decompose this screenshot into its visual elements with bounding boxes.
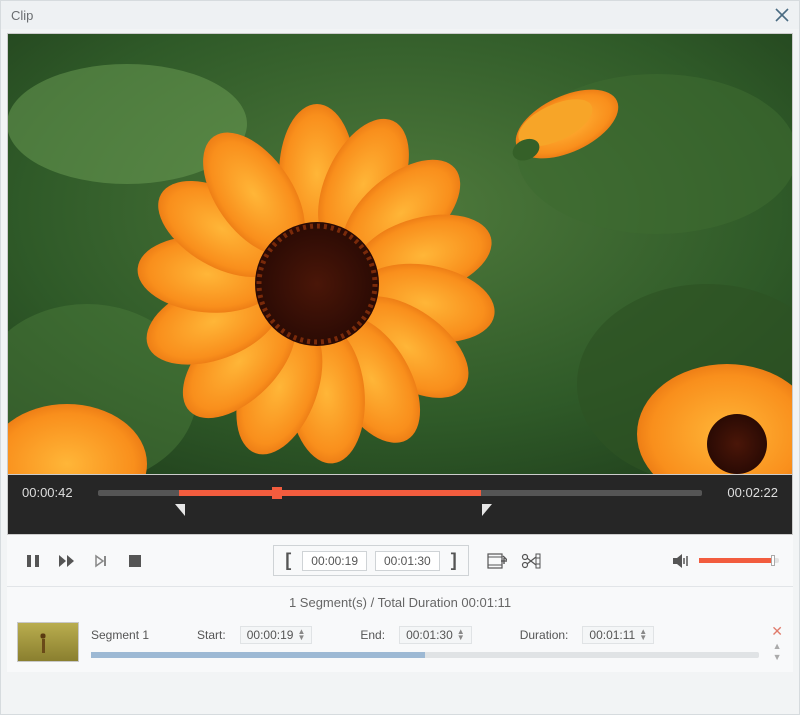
segment-end-value: 00:01:30 [406,628,453,642]
segment-duration-field[interactable]: 00:01:11 ▲▼ [582,626,654,644]
segment-end-field[interactable]: 00:01:30 ▲▼ [399,626,472,644]
pause-icon [26,554,40,568]
segment-delete-button[interactable]: ✕ [771,623,783,640]
cut-button[interactable] [519,549,543,573]
marker-in-icon[interactable] [175,504,185,516]
fast-forward-icon [59,554,75,568]
segment-move-down-button[interactable]: ▼ [773,653,782,662]
video-preview[interactable] [8,34,792,474]
stepper-icon[interactable]: ▲▼ [457,629,465,641]
segment-actions: ✕ ▲ ▼ [771,623,783,662]
stop-button[interactable] [123,549,147,573]
segment-start-label: Start: [197,628,226,642]
marker-out-icon[interactable] [482,504,492,516]
stepper-icon[interactable]: ▲▼ [639,629,647,641]
pause-button[interactable] [21,549,45,573]
segment-start-value: 00:00:19 [247,628,294,642]
stop-icon [129,555,141,567]
next-frame-icon [94,554,108,568]
segments-summary: 1 Segment(s) / Total Duration 00:01:11 [7,587,793,616]
volume-icon [673,554,689,568]
segment-main: Segment 1 Start: 00:00:19 ▲▼ End: 00:01:… [91,626,759,658]
mark-in-button[interactable]: [ [282,550,294,571]
cut-icon [521,553,541,569]
volume-control [669,549,779,573]
video-preview-container [7,33,793,475]
timeline-current-time: 00:00:42 [22,485,88,500]
segment-progress-track[interactable] [91,652,759,658]
timeline-track[interactable] [98,490,702,496]
clip-in-time[interactable]: 00:00:19 [302,551,367,571]
segment-duration-value: 00:01:11 [589,628,635,642]
timeline-playhead[interactable] [272,487,282,499]
volume-slider[interactable] [699,558,779,563]
timeline: 00:00:42 00:02:22 [7,475,793,535]
add-segment-button[interactable] [485,549,509,573]
mark-out-button[interactable]: ] [448,550,460,571]
clip-range-group: [ 00:00:19 00:01:30 ] [273,545,468,576]
segment-move-up-button[interactable]: ▲ [773,642,782,651]
volume-fill [699,558,771,563]
segments-list: Segment 1 Start: 00:00:19 ▲▼ End: 00:01:… [7,616,793,672]
window-title: Clip [11,8,775,23]
segment-thumbnail[interactable] [17,622,79,662]
next-frame-button[interactable] [89,549,113,573]
close-button[interactable] [775,8,789,22]
clip-out-time[interactable]: 00:01:30 [375,551,440,571]
segment-end-label: End: [360,628,385,642]
segment-row[interactable]: Segment 1 Start: 00:00:19 ▲▼ End: 00:01:… [17,622,783,662]
fast-forward-button[interactable] [55,549,79,573]
timeline-total-time: 00:02:22 [712,485,778,500]
volume-thumb[interactable] [771,555,775,566]
stepper-icon[interactable]: ▲▼ [297,629,305,641]
titlebar: Clip [1,1,799,29]
timeline-selection[interactable] [179,490,481,496]
add-segment-icon [487,553,507,569]
controls-bar: [ 00:00:19 00:01:30 ] [7,535,793,587]
segment-duration-label: Duration: [520,628,569,642]
volume-button[interactable] [669,549,693,573]
segment-start-field[interactable]: 00:00:19 ▲▼ [240,626,313,644]
segment-name: Segment 1 [91,628,149,642]
segment-progress-fill [91,652,425,658]
close-icon [775,8,789,22]
